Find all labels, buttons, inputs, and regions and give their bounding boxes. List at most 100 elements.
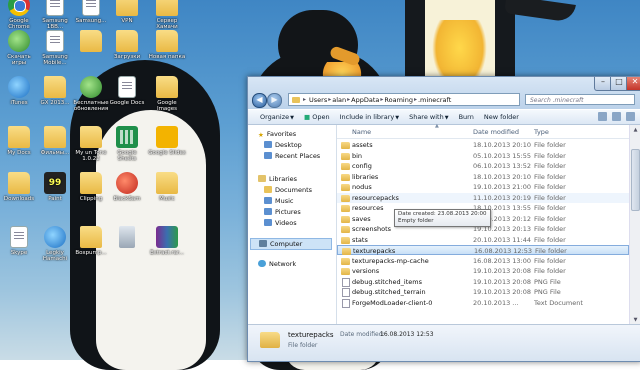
nav-recent-places[interactable]: Recent Places xyxy=(264,151,320,161)
desktop-icon[interactable]: My Docs xyxy=(0,126,38,156)
desktop-icon[interactable]: My un Tone 1.0.22 xyxy=(72,126,110,162)
file-row[interactable]: resourcepacks 11.10.2013 20:19 File folder xyxy=(337,192,629,203)
nav-videos[interactable]: Videos xyxy=(264,218,297,228)
file-row[interactable]: texturepacks-mp-cache 16.08.2013 13:00 Fil… xyxy=(337,256,629,266)
back-button[interactable]: ◀ xyxy=(252,93,267,108)
burn-button[interactable]: Burn xyxy=(459,113,474,121)
bin-icon xyxy=(119,226,135,248)
desktop-icon[interactable]: GX 2013... xyxy=(36,76,74,106)
desktop-icon[interactable] xyxy=(72,30,110,54)
folder-icon xyxy=(341,236,350,244)
file-row[interactable]: assets 18.10.2013 20:10 File folder xyxy=(337,140,629,150)
forward-button[interactable]: ▶ xyxy=(267,93,282,108)
view-options-icon[interactable] xyxy=(598,112,607,121)
address-bar[interactable]: ▸ Users ▸ alan ▸ AppData ▸ Roaming ▸ .minecraft xyxy=(288,93,520,106)
desktop-icon[interactable]: Google Docs xyxy=(108,76,146,106)
file-type: File folder xyxy=(534,183,566,191)
file-name: debug.stitched_terrain xyxy=(352,288,426,296)
desktop-icon[interactable]: Сервер Хамачи xyxy=(148,0,186,30)
pictures-icon xyxy=(264,208,272,215)
music-icon xyxy=(264,197,272,204)
help-icon[interactable] xyxy=(626,112,635,121)
organize-button[interactable]: Organize▼ xyxy=(260,113,294,121)
sort-arrow-icon: ▲ xyxy=(435,123,439,129)
column-header-name[interactable]: Name xyxy=(352,128,371,136)
desktop-icon[interactable]: Samsung Mobile... xyxy=(36,30,74,66)
desktop-icon[interactable]: 99 Paint xyxy=(36,172,74,202)
nav-music[interactable]: Music xyxy=(264,196,294,206)
desktop-icon-label: GX 2013... xyxy=(40,100,70,106)
desktop-icon[interactable]: Google Chrome xyxy=(0,0,38,30)
close-button[interactable]: ✕ xyxy=(626,77,640,91)
chevron-right-icon[interactable]: ▸ xyxy=(380,96,383,103)
desktop-icon[interactable]: Загрузки xyxy=(108,30,146,60)
desktop-icon[interactable]: Google Images xyxy=(148,76,186,112)
file-row[interactable]: bin 05.10.2013 15:55 File folder xyxy=(337,151,629,161)
nav-documents[interactable]: Documents xyxy=(264,185,312,195)
scrollbar-thumb[interactable] xyxy=(631,149,640,211)
desktop-icon[interactable]: Extract.rar... xyxy=(148,226,186,256)
column-header-date[interactable]: Date modified xyxy=(473,128,519,136)
file-row[interactable]: debug.stitched_terrain 19.10.2013 20:08 PN… xyxy=(337,287,629,297)
scroll-up-icon[interactable]: ▲ xyxy=(630,125,640,135)
chevron-right-icon[interactable]: ▸ xyxy=(328,96,331,103)
nav-network[interactable]: Network xyxy=(258,259,296,269)
nav-libraries[interactable]: Libraries xyxy=(258,174,297,184)
breadcrumb-item[interactable]: Users xyxy=(309,96,327,104)
file-row[interactable]: libraries 18.10.2013 20:10 File folder xyxy=(337,172,629,182)
breadcrumb-item[interactable]: alan xyxy=(332,96,346,104)
file-type: File folder xyxy=(534,162,566,170)
desktop-icon[interactable]: Samsung 1BB... xyxy=(36,0,74,30)
desktop-icon[interactable]: Google Sheets xyxy=(108,126,146,162)
chevron-right-icon[interactable]: ▸ xyxy=(347,96,350,103)
file-name: resources xyxy=(352,204,384,212)
desktop-icon[interactable]: Downloads xyxy=(0,172,38,202)
file-name: nodus xyxy=(352,183,372,191)
desktop-icon[interactable]: Новая папка xyxy=(148,30,186,60)
file-row[interactable]: versions 19.10.2013 20:08 File folder xyxy=(337,266,629,276)
desktop-icon[interactable]: BlackSam xyxy=(108,172,146,202)
desktop-icon-label: Бесплатные обновления xyxy=(73,100,109,112)
desktop-icon[interactable]: Скачать игры xyxy=(0,30,38,66)
desktop-icon[interactable]: VPN xyxy=(108,0,146,24)
include-in-library-button[interactable]: Include in library▼ xyxy=(340,113,400,121)
file-row[interactable]: stats 20.10.2013 11:44 File folder xyxy=(337,235,629,245)
desktop-icon-label: My un Tone 1.0.22 xyxy=(75,150,107,162)
desktop-icon[interactable]: Фильмы... xyxy=(36,126,74,156)
vertical-scrollbar[interactable]: ▲ ▼ xyxy=(629,125,640,325)
search-input[interactable]: Search .minecraft xyxy=(525,94,635,105)
preview-pane-icon[interactable] xyxy=(612,112,621,121)
file-row[interactable]: ForgeModLoader-client-0 20.10.2013 ... Tex… xyxy=(337,298,629,308)
desktop-icon[interactable]: iTunes xyxy=(0,76,38,106)
file-row[interactable]: config 06.10.2013 13:52 File folder xyxy=(337,161,629,171)
desktop-icon[interactable]: Google Slides xyxy=(148,126,186,156)
file-row[interactable]: debug.stitched_items 19.10.2013 20:08 PNG … xyxy=(337,277,629,287)
desktop-icon[interactable]: Skype xyxy=(0,226,38,256)
nav-desktop[interactable]: Desktop xyxy=(264,140,302,150)
nav-computer[interactable]: Computer xyxy=(250,238,332,250)
folder-icon xyxy=(8,126,30,148)
desktop-icon[interactable]: Samsung... xyxy=(72,0,110,24)
column-header-type[interactable]: Type xyxy=(534,128,549,136)
chevron-right-icon[interactable]: ▸ xyxy=(414,96,417,103)
file-row[interactable]: texturepacks 16.08.2013 12:53 File folder xyxy=(337,245,629,255)
desktop-icon[interactable]: Legkiy Hamachi xyxy=(36,226,74,262)
breadcrumb-item[interactable]: .minecraft xyxy=(418,96,451,104)
folder-icon xyxy=(260,332,280,348)
desktop-icon[interactable]: Бесплатные обновления xyxy=(72,76,110,112)
share-with-button[interactable]: Share with▼ xyxy=(409,113,448,121)
new-folder-button[interactable]: New folder xyxy=(484,113,519,121)
desktop-icon-label: Сервер Хамачи xyxy=(156,18,178,30)
nav-pictures[interactable]: Pictures xyxy=(264,207,301,217)
breadcrumb-item[interactable]: AppData xyxy=(351,96,379,104)
file-row[interactable]: nodus 19.10.2013 21:00 File folder xyxy=(337,182,629,192)
desktop-icon[interactable]: Boxpump... xyxy=(72,226,110,256)
desktop-icon[interactable]: Clipping xyxy=(72,172,110,202)
file-type: File folder xyxy=(534,204,566,212)
desktop-icon-label: Legkiy Hamachi xyxy=(42,250,68,262)
breadcrumb-item[interactable]: Roaming xyxy=(384,96,413,104)
nav-favorites[interactable]: ★ Favorites xyxy=(258,129,296,139)
desktop-icon[interactable]: Music xyxy=(148,172,186,202)
desktop-icon[interactable] xyxy=(108,226,146,250)
open-button[interactable]: ■ Open xyxy=(304,113,330,121)
